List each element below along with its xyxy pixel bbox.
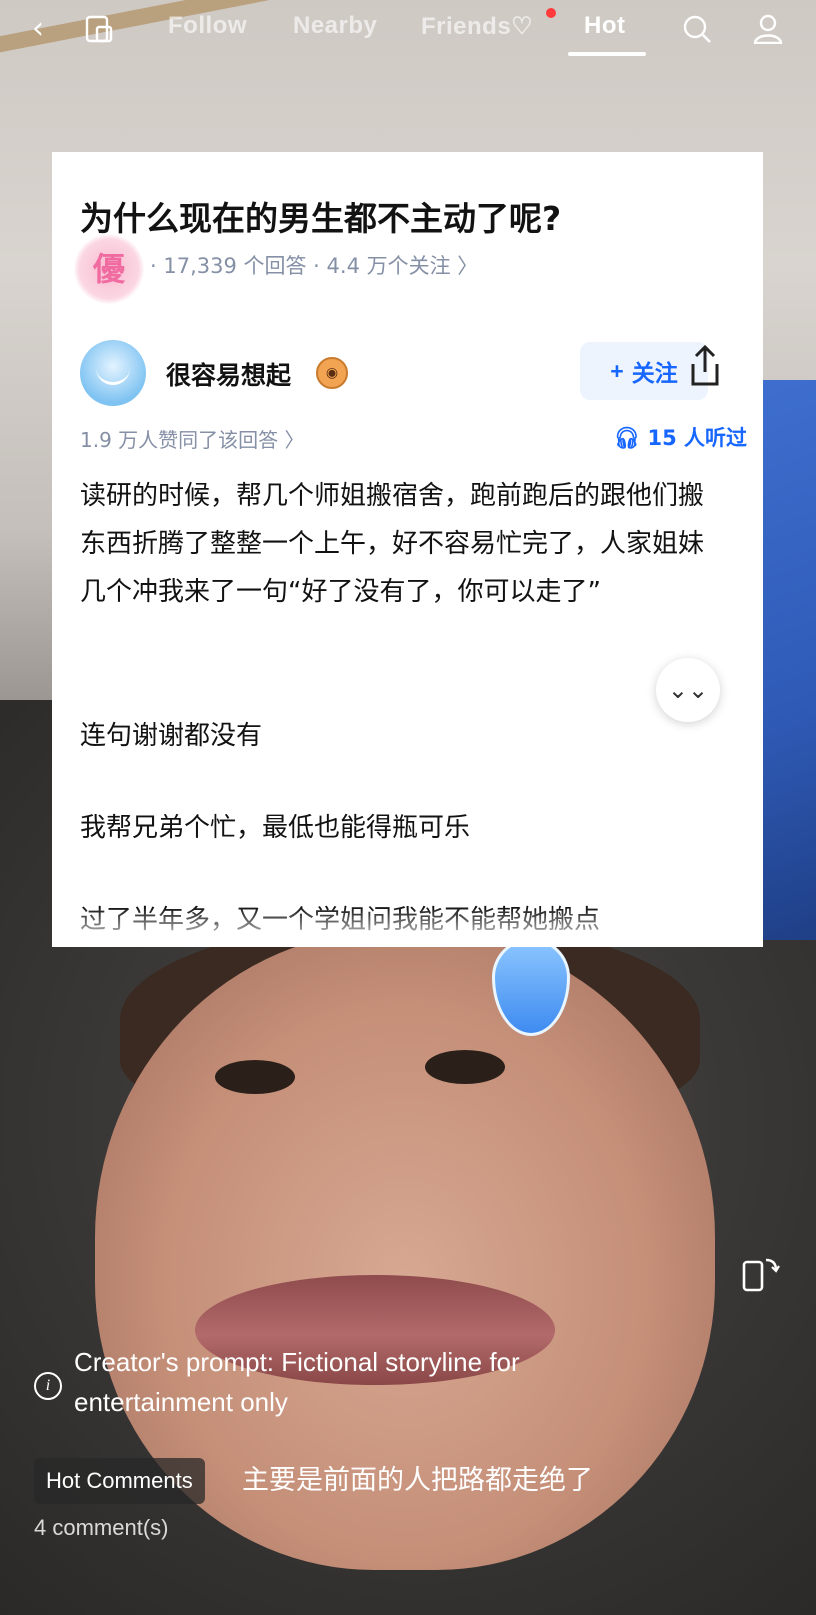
question-meta[interactable]: · 17,339 个回答 · 4.4 万个关注 〉 (150, 250, 478, 280)
answer-paragraph-3: 我帮兄弟个忙，最低也能得瓶可乐 (80, 813, 471, 843)
double-chevron-down-icon[interactable]: ⌄⌄ (656, 658, 720, 722)
tab-nearby[interactable]: Nearby (293, 12, 377, 40)
creator-notice-text: Creator's prompt: Fictional storyline fo… (74, 1347, 520, 1417)
rotate-screen-icon[interactable] (740, 1254, 780, 1303)
comment-count[interactable]: 4 comment(s) (34, 1515, 168, 1541)
info-icon: i (34, 1372, 62, 1400)
share-icon[interactable] (685, 344, 735, 394)
top-comment-text[interactable]: 主要是前面的人把路都走绝了 (242, 1458, 593, 1504)
plus-icon: + (610, 357, 624, 384)
tab-hot[interactable]: Hot (584, 12, 625, 40)
chevron-left-icon[interactable]: ‹ (32, 12, 44, 46)
answer-paragraph-2: 连句谢谢都没有 (80, 721, 263, 751)
question-title: 为什么现在的男生都不主动了呢? (80, 199, 562, 238)
tab-follow[interactable]: Follow (168, 12, 247, 40)
card-fade (52, 907, 763, 947)
pink-stamp: 優 (74, 234, 144, 304)
search-icon[interactable] (682, 14, 712, 52)
author-name[interactable]: 很容易想起 (166, 356, 291, 392)
answer-paragraph-1: 读研的时候，帮几个师姐搬宿舍，跑前跑后的跟他们搬东西折腾了整整一个上午，好不容易… (80, 481, 705, 607)
tab-friends[interactable]: Friends♡ (421, 12, 533, 41)
avatar[interactable] (80, 340, 146, 406)
answer-card[interactable]: 为什么现在的男生都不主动了呢? 優 · 17,339 个回答 · 4.4 万个关… (52, 152, 763, 947)
avatar-smile (96, 362, 130, 385)
top-navigation: ‹ Follow Nearby Friends♡ Hot (0, 0, 816, 62)
hot-comments-tag[interactable]: Hot Comments (34, 1458, 205, 1504)
video-left-eye (215, 1060, 295, 1094)
active-tab-indicator (568, 52, 646, 56)
notification-dot (546, 8, 556, 18)
screen-icon[interactable] (84, 14, 114, 52)
eye-badge-icon: ◉ (316, 357, 348, 389)
author-row: 很容易想起 ◉ + 关注 (80, 340, 740, 410)
profile-icon[interactable] (752, 14, 784, 52)
approval-count[interactable]: 1.9 万人赞同了该回答 〉 (80, 424, 305, 453)
video-right-eye (425, 1050, 505, 1084)
follow-label: 关注 (631, 360, 678, 386)
listen-count[interactable]: 🎧︎ 15 人听过 (613, 422, 747, 452)
headphones-icon: 🎧︎ (613, 426, 648, 450)
